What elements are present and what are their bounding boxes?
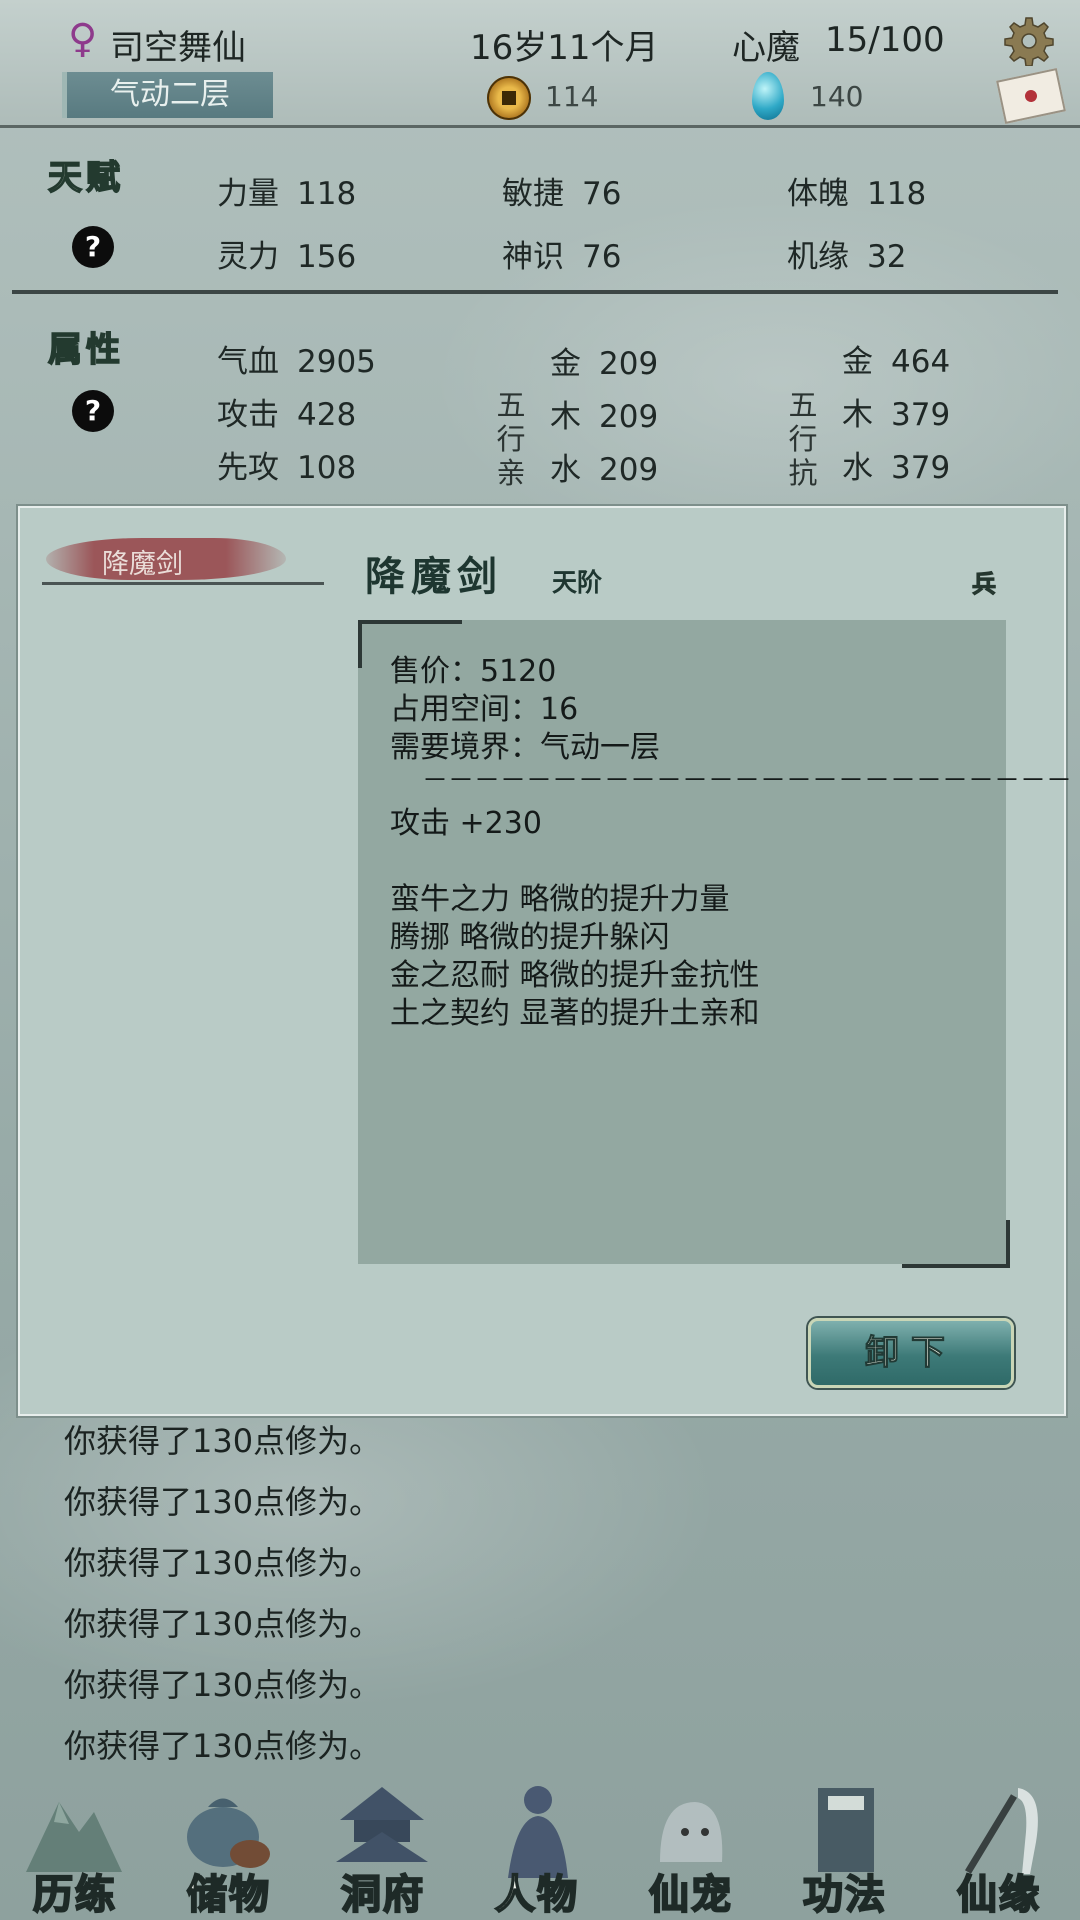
nav-label: 历练 <box>32 1871 117 1919</box>
item-type-badge: 兵 <box>972 570 997 599</box>
log-line: 你获得了130点修为。 <box>64 1483 382 1521</box>
log-line: 你获得了130点修为。 <box>64 1727 382 1765</box>
attribute-stat: 气血 2905 <box>217 344 376 380</box>
log-line: 你获得了130点修为。 <box>64 1422 382 1460</box>
character-age: 16岁11个月 <box>470 28 659 68</box>
talent-stat: 体魄 118 <box>787 176 927 212</box>
unequip-button[interactable]: 卸下 <box>808 1318 1014 1388</box>
nav-item-storage[interactable]: 储物 <box>154 1770 304 1920</box>
nav-label: 功法 <box>802 1871 887 1919</box>
bottom-nav: 历练 储物 洞府 人物 仙宠 功法 仙缘 <box>0 1770 1080 1920</box>
nav-label: 仙缘 <box>956 1871 1041 1919</box>
affinity-vertical-label: 五行亲 <box>496 388 526 490</box>
gear-icon[interactable] <box>1004 16 1054 66</box>
log-line: 你获得了130点修为。 <box>64 1544 382 1582</box>
resist-stat: 金 464 <box>842 344 951 380</box>
nav-item-pet[interactable]: 仙宠 <box>616 1770 766 1920</box>
attribute-stat: 攻击 428 <box>217 397 357 433</box>
item-grade: 天阶 <box>552 568 603 597</box>
talent-help-icon[interactable]: ? <box>72 226 114 268</box>
coin-count: 114 <box>545 80 599 113</box>
talent-stat: 机缘 32 <box>787 239 907 275</box>
log-line: 你获得了130点修为。 <box>64 1605 382 1643</box>
realm-badge: 气动二层 <box>62 72 273 118</box>
character-name: 司空舞仙 <box>110 28 246 68</box>
item-detail-modal: 降魔剑 降魔剑 天阶 兵 售价：5120 占用空间：16 需要境界：气动一层 －… <box>18 506 1072 1416</box>
description-separator: －－－－－－－－－－－－－－－－－－－－－－－－－ <box>422 766 1073 796</box>
spirit-stone-icon <box>752 72 784 120</box>
nav-label: 储物 <box>186 1871 271 1919</box>
log-line: 你获得了130点修为。 <box>64 1666 382 1704</box>
panel-corner-decoration <box>902 1220 1010 1268</box>
nav-item-character[interactable]: 人物 <box>462 1770 612 1920</box>
nav-label: 人物 <box>494 1871 579 1919</box>
female-icon: ♀ <box>68 16 98 62</box>
affinity-stat: 水 209 <box>550 452 659 488</box>
section-divider <box>12 290 1058 294</box>
affinity-stat: 木 209 <box>550 399 659 435</box>
attribute-stat: 先攻 108 <box>217 450 357 486</box>
nav-label: 仙宠 <box>648 1871 733 1919</box>
resist-stat: 木 379 <box>842 397 951 433</box>
item-name: 降魔剑 <box>365 553 503 600</box>
talent-stat: 神识 76 <box>502 239 622 275</box>
attributes-title: 属性 <box>47 329 124 371</box>
nav-item-fate[interactable]: 仙缘 <box>924 1770 1074 1920</box>
spirit-stone-count: 140 <box>810 80 864 113</box>
talent-stat: 力量 118 <box>217 176 357 212</box>
talent-stat: 敏捷 76 <box>502 176 622 212</box>
heart-demon-label: 心魔 <box>732 28 800 68</box>
coin-icon <box>487 76 531 120</box>
status-header: ♀ 司空舞仙 16岁11个月 心魔 15/100 气动二层 114 140 <box>0 0 1080 128</box>
resist-vertical-label: 五行抗 <box>788 388 818 490</box>
talent-stat: 灵力 156 <box>217 239 357 275</box>
item-tab-label: 降魔剑 <box>102 549 183 580</box>
heart-demon-value: 15/100 <box>825 20 945 60</box>
nav-label: 洞府 <box>340 1871 425 1919</box>
nav-item-training[interactable]: 历练 <box>0 1770 150 1920</box>
mail-icon[interactable] <box>996 68 1066 124</box>
affinity-stat: 金 209 <box>550 346 659 382</box>
resist-stat: 水 379 <box>842 450 951 486</box>
item-attack-bonus: 攻击 +230 <box>390 806 542 841</box>
nav-item-cave[interactable]: 洞府 <box>308 1770 458 1920</box>
attributes-help-icon[interactable]: ? <box>72 390 114 432</box>
item-effect: 土之契约 显著的提升土亲和 <box>390 996 760 1031</box>
talent-title: 天赋 <box>47 157 124 199</box>
nav-item-techniques[interactable]: 功法 <box>770 1770 920 1920</box>
